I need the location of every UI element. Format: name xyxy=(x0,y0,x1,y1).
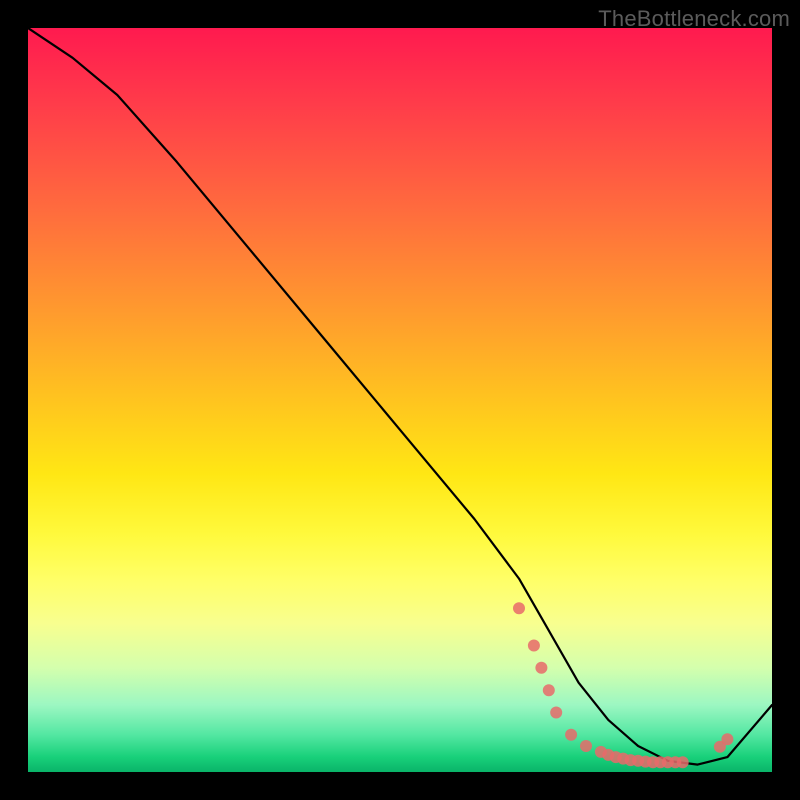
marker-point xyxy=(580,740,592,752)
bottleneck-curve xyxy=(28,28,772,765)
marker-point xyxy=(550,707,562,719)
marker-point xyxy=(528,640,540,652)
marker-point xyxy=(543,684,555,696)
marker-point xyxy=(721,733,733,745)
plot-area xyxy=(28,28,772,772)
marker-point xyxy=(535,662,547,674)
marker-point xyxy=(513,602,525,614)
marker-point xyxy=(677,756,689,768)
chart-frame: TheBottleneck.com xyxy=(0,0,800,800)
curve-svg xyxy=(28,28,772,772)
marker-point xyxy=(565,729,577,741)
